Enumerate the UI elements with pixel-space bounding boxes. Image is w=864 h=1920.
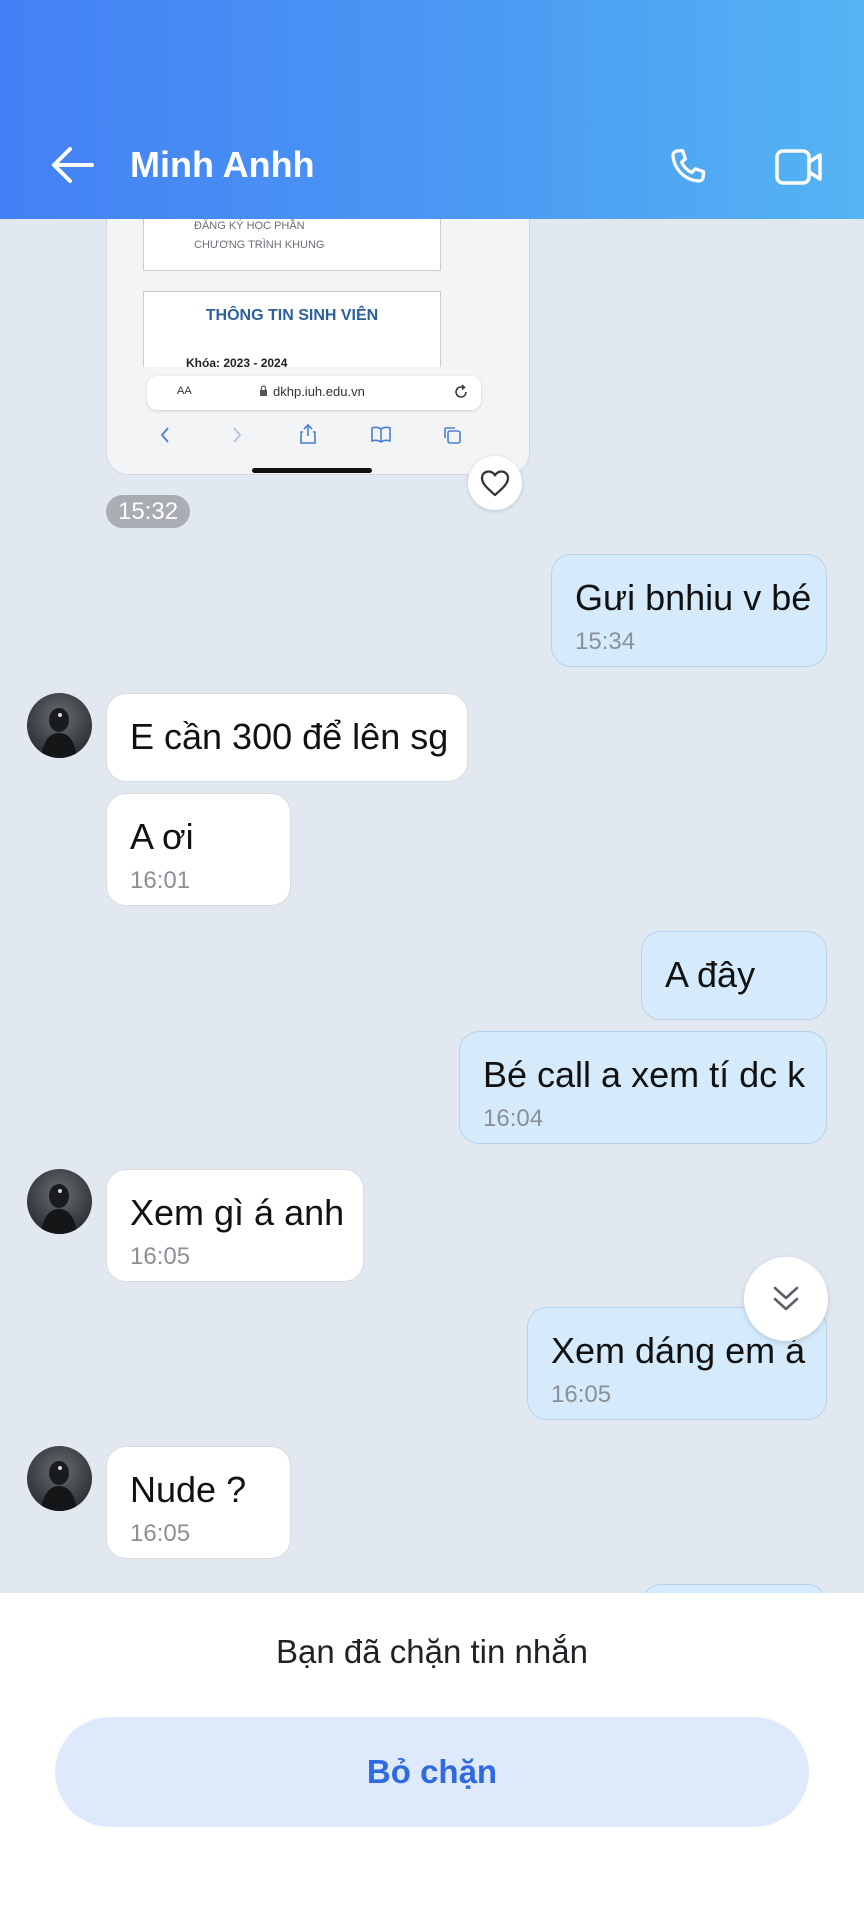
home-indicator bbox=[252, 468, 372, 473]
avatar[interactable] bbox=[27, 1446, 92, 1511]
react-heart-button[interactable] bbox=[468, 456, 522, 510]
blocked-footer: Bạn đã chặn tin nhắn Bỏ chặn bbox=[0, 1593, 864, 1920]
message-time: 16:05 bbox=[551, 1381, 612, 1408]
incoming-message[interactable]: A ơi 16:01 bbox=[106, 793, 291, 906]
avatar[interactable] bbox=[27, 693, 92, 758]
browser-back-icon bbox=[159, 426, 171, 449]
message-text: E cần 300 để lên sg bbox=[130, 716, 449, 757]
message-text: Xem gì á anh bbox=[130, 1192, 345, 1233]
doc-line: CHƯƠNG TRÌNH KHUNG bbox=[194, 239, 325, 251]
doc-box-student-info: THÔNG TIN SINH VIÊN Khóa: 2023 - 2024 bbox=[143, 291, 441, 372]
contact-name[interactable]: Minh Anhh bbox=[130, 142, 315, 188]
chat-header: Minh Anhh bbox=[0, 0, 864, 219]
doc-mask bbox=[143, 367, 489, 373]
scroll-to-bottom-button[interactable] bbox=[744, 1257, 828, 1341]
message-list[interactable]: ĐĂNG KÝ HỌC PHẦN CHƯƠNG TRÌNH KHUNG THÔN… bbox=[0, 219, 864, 1593]
reload-icon bbox=[453, 384, 469, 403]
incoming-message[interactable]: Xem gì á anh 16:05 bbox=[106, 1169, 364, 1282]
browser-share-icon bbox=[299, 423, 317, 450]
incoming-message[interactable]: E cần 300 để lên sg bbox=[106, 693, 468, 782]
message-text: Nude ? bbox=[130, 1469, 247, 1510]
message-time: 16:05 bbox=[130, 1243, 191, 1270]
browser-forward-icon bbox=[231, 426, 243, 449]
image-time: 15:32 bbox=[106, 495, 191, 528]
message-time: 16:05 bbox=[130, 1520, 191, 1547]
unblock-button[interactable]: Bỏ chặn bbox=[55, 1717, 809, 1827]
browser-url: dkhp.iuh.edu.vn bbox=[273, 384, 365, 399]
phone-icon[interactable] bbox=[664, 144, 712, 192]
doc-line: ĐĂNG KÝ HỌC PHẦN bbox=[194, 220, 305, 232]
message-time: 16:01 bbox=[130, 867, 191, 894]
message-text: Gưi bnhiu v bé bbox=[575, 577, 812, 618]
message-text: A ơi bbox=[130, 816, 194, 857]
message-time: 15:34 bbox=[575, 628, 636, 655]
browser-url-bar: AA dkhp.iuh.edu.vn bbox=[147, 376, 481, 410]
outgoing-message[interactable]: Bé call a xem tí dc k 16:04 bbox=[459, 1031, 827, 1144]
doc-box-top: ĐĂNG KÝ HỌC PHẦN CHƯƠNG TRÌNH KHUNG bbox=[143, 219, 441, 271]
message-text: Bé call a xem tí dc k bbox=[483, 1054, 806, 1095]
image-message[interactable]: ĐĂNG KÝ HỌC PHẦN CHƯƠNG TRÌNH KHUNG THÔN… bbox=[106, 219, 530, 475]
double-chevron-down-icon bbox=[773, 1286, 799, 1311]
video-camera-icon[interactable] bbox=[774, 146, 824, 188]
outgoing-message-partial[interactable] bbox=[641, 1584, 827, 1593]
message-text: A đây bbox=[665, 954, 756, 995]
doc-heading: THÔNG TIN SINH VIÊN bbox=[205, 307, 379, 324]
avatar[interactable] bbox=[27, 1169, 92, 1234]
back-arrow-icon[interactable] bbox=[46, 142, 98, 188]
blocked-notice: Bạn đã chặn tin nhắn bbox=[276, 1633, 588, 1670]
browser-tabs-icon bbox=[442, 425, 462, 450]
browser-bookmarks-icon bbox=[370, 425, 392, 448]
text-size-label: AA bbox=[177, 385, 192, 397]
incoming-message[interactable]: Nude ? 16:05 bbox=[106, 1446, 291, 1559]
message-time: 16:04 bbox=[483, 1105, 544, 1132]
outgoing-message[interactable]: A đây bbox=[641, 931, 827, 1020]
outgoing-message[interactable]: Gưi bnhiu v bé 15:34 bbox=[551, 554, 827, 667]
lock-icon bbox=[259, 384, 268, 401]
